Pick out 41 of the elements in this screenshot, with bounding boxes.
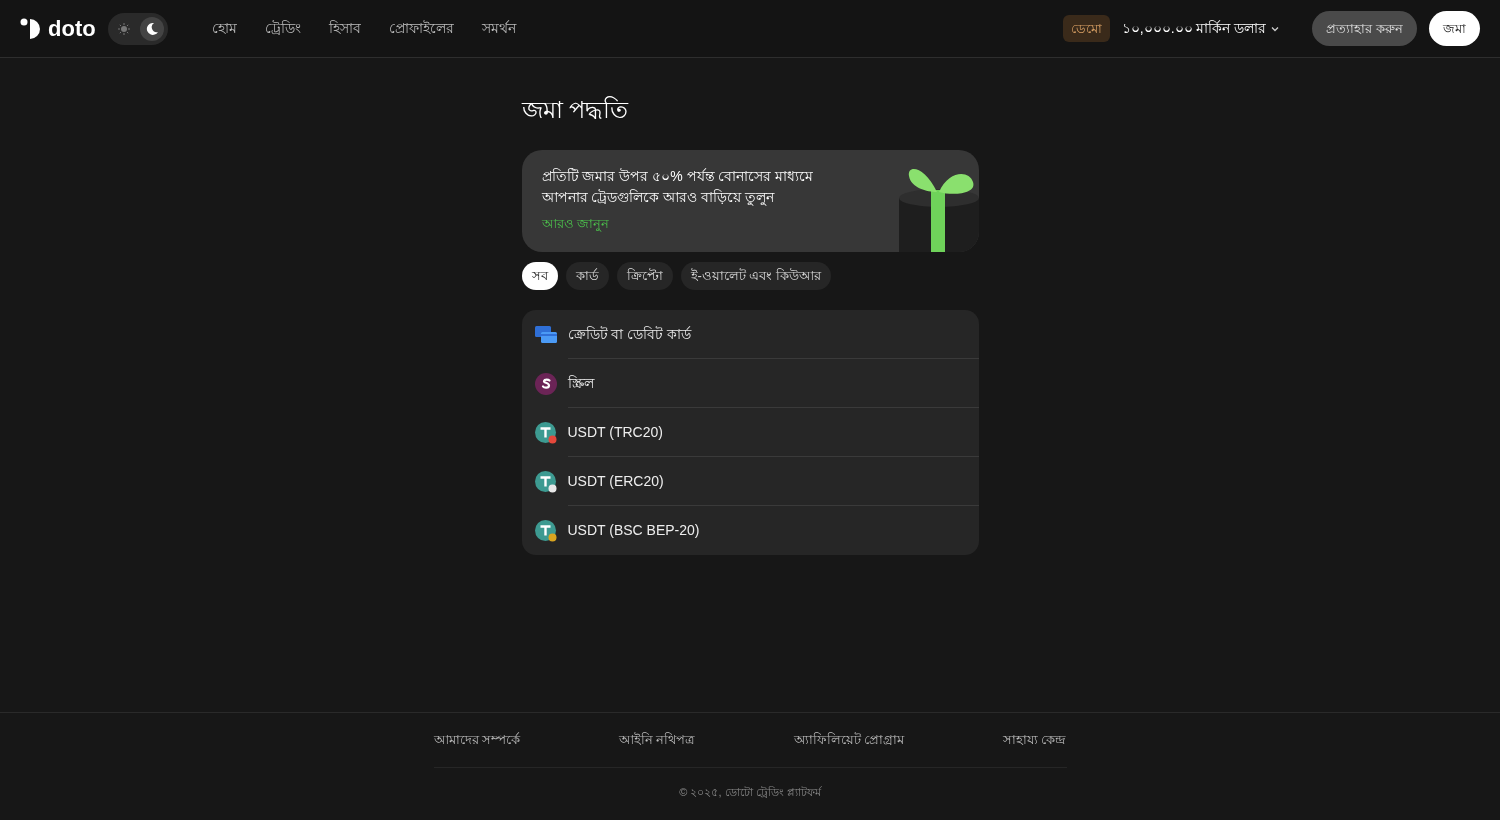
balance-dropdown[interactable]: ১০,০০০.০০ মার্কিন ডলার — [1121, 18, 1281, 39]
payment-method-row[interactable]: USDT (TRC20) — [521, 408, 979, 457]
method-name: স্ক্রিল — [567, 373, 594, 393]
tether-coin-icon — [535, 519, 557, 542]
filter-tab[interactable]: ক্রিপ্টো — [616, 262, 673, 290]
page-title: জমা পদ্ধতি — [521, 95, 630, 125]
demo-badge: ডেমো — [1062, 14, 1110, 43]
nav-link[interactable]: সমর্থন — [481, 18, 516, 39]
footer-link[interactable]: আইনি নথিপত্র — [618, 730, 696, 750]
copyright-text: © ২০২৫, ডোটো ট্রেডিং প্ল্যাটফর্ম — [679, 785, 821, 800]
footer-link[interactable]: সাহায্য কেন্দ্র — [1002, 730, 1067, 750]
moon-icon — [144, 21, 159, 36]
sun-icon — [117, 22, 130, 35]
nav-link[interactable]: হিসাব — [328, 18, 361, 39]
nav-link[interactable]: প্রোফাইলের — [388, 18, 454, 39]
footer-link[interactable]: আমাদের সম্পর্কে — [433, 730, 521, 750]
method-name: USDT (ERC20) — [567, 471, 664, 491]
letter-s-circle-icon — [535, 372, 557, 395]
payment-method-row[interactable]: ক্রেডিট বা ডেবিট কার্ড — [521, 310, 979, 359]
tether-coin-icon — [535, 470, 557, 493]
footer-link[interactable]: অ্যাফিলিয়েট প্রোগ্রাম — [793, 730, 905, 750]
filter-tab[interactable]: ই-ওয়ালেট এবং কিউআর — [680, 262, 832, 290]
learn-more-link[interactable]: আরও জানুন — [541, 214, 889, 234]
method-name: ক্রেডিট বা ডেবিট কার্ড — [567, 324, 692, 344]
method-name: USDT (BSC BEP-20) — [567, 521, 700, 540]
theme-toggle[interactable] — [107, 12, 168, 45]
logo-text: doto — [48, 15, 96, 43]
payment-method-row[interactable]: স্ক্রিল — [521, 359, 979, 408]
payment-method-row[interactable]: USDT (ERC20) — [521, 457, 979, 506]
nav-link[interactable]: ট্রেডিং — [264, 18, 301, 39]
promo-text: প্রতিটি জমার উপর ৫০% পর্যন্ত বোনাসের মাধ্যমে আপনার ট্রেডগুলিকে আরও বাড়িয়ে তুলুন — [541, 167, 815, 208]
withdraw-button[interactable]: প্রত্যাহার করুন — [1312, 11, 1417, 46]
filter-tab[interactable]: সব — [521, 262, 558, 290]
payment-method-row[interactable]: USDT (BSC BEP-20) — [521, 506, 979, 555]
deposit-button[interactable]: জমা — [1429, 11, 1480, 46]
method-name: USDT (TRC20) — [567, 422, 663, 442]
filter-tab[interactable]: কার্ড — [565, 262, 609, 290]
nav-link[interactable]: হোম — [211, 18, 237, 39]
tether-coin-icon — [535, 421, 557, 444]
logo-icon — [20, 17, 42, 40]
credit-card-icon — [535, 325, 557, 344]
